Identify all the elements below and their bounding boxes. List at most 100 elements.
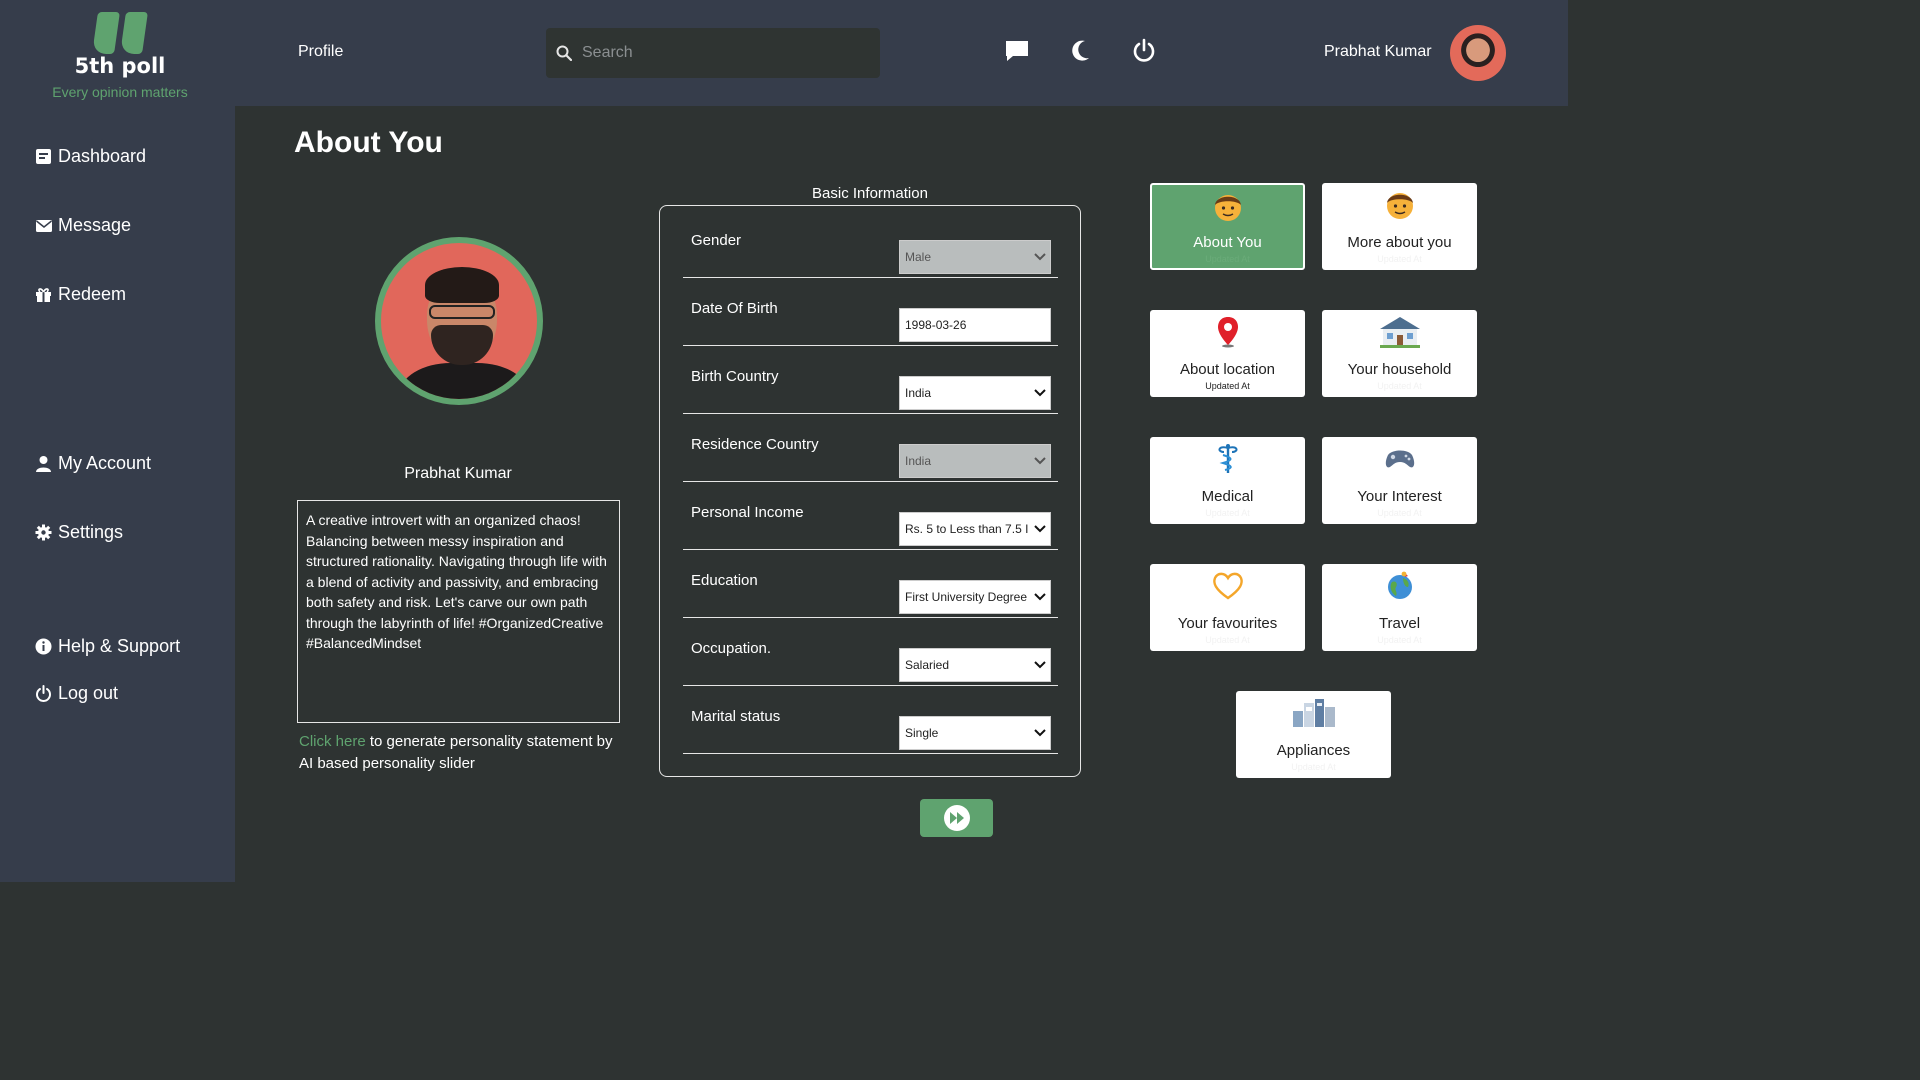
sidebar-item-help-support[interactable]: Help & Support	[35, 636, 180, 657]
gamepad-icon	[1322, 442, 1477, 476]
profile-photo[interactable]	[375, 237, 543, 405]
sidebar-item-log-out[interactable]: Log out	[35, 683, 118, 704]
basic-info-panel: Gender Male Date Of Birth 1998-03-26 Birth C…	[659, 205, 1081, 777]
page-title: About You	[294, 126, 443, 159]
gear-icon	[35, 524, 52, 541]
field-label: Education	[691, 572, 758, 589]
sidebar-item-message[interactable]: Message	[35, 215, 131, 236]
field-select[interactable]: Single	[899, 716, 1051, 750]
sidebar-item-label: Settings	[58, 522, 124, 542]
brand-tagline: Every opinion matters	[52, 84, 188, 100]
sidebar-item-label: Help & Support	[58, 636, 181, 656]
card-updated-at: Updated At	[1291, 762, 1336, 772]
sidebar-item-label: Message	[58, 215, 132, 235]
field-label: Marital status	[691, 708, 781, 725]
field-label: Gender	[691, 232, 742, 249]
field-select[interactable]: Rs. 5 to Less than 7.5 I	[899, 512, 1051, 546]
top-bar: 5th poll Every opinion matters Profile P…	[0, 0, 1568, 106]
moon-icon[interactable]	[1068, 38, 1094, 64]
field-label: Personal Income	[691, 504, 804, 521]
avatar[interactable]	[1450, 25, 1506, 81]
card-your-interest[interactable]: Your Interest Updated At	[1322, 437, 1477, 524]
card-title: Appliances	[1276, 742, 1351, 759]
card-updated-at: Updated At	[1377, 508, 1422, 518]
field-select: Male	[899, 240, 1051, 274]
card-title: Your Interest	[1357, 488, 1442, 505]
field-value: India	[905, 454, 932, 468]
card-your-favourites[interactable]: Your favourites Updated At	[1150, 564, 1305, 651]
chevron-down-icon	[1030, 729, 1050, 737]
user-icon	[36, 456, 51, 472]
field-select[interactable]: First University Degree	[899, 580, 1051, 614]
field-value: Rs. 5 to Less than 7.5 I	[905, 522, 1029, 536]
field-row: Date Of Birth 1998-03-26	[683, 278, 1058, 346]
field-value: Male	[905, 250, 932, 264]
sidebar-item-redeem[interactable]: Redeem	[35, 284, 126, 305]
card-title: Travel	[1378, 615, 1421, 632]
envelope-icon	[36, 220, 52, 232]
chat-icon[interactable]	[1004, 38, 1030, 64]
card-appliances[interactable]: Appliances Updated At	[1236, 691, 1391, 778]
field-row: Marital status Single	[683, 686, 1058, 754]
card-medical[interactable]: Medical Updated At	[1150, 437, 1305, 524]
next-button[interactable]	[920, 799, 993, 837]
sidebar-item-my-account[interactable]: My Account	[35, 453, 151, 474]
sidebar: Dashboard Message Redeem My Account Sett…	[0, 106, 235, 882]
date-input[interactable]: 1998-03-26	[899, 308, 1051, 342]
sidebar-item-label: Log out	[58, 683, 119, 703]
location-pin-icon	[1150, 315, 1305, 349]
bio-textarea[interactable]: A creative introvert with an organized c…	[297, 500, 620, 723]
card-title: Medical	[1201, 488, 1254, 505]
globe-icon	[1322, 569, 1477, 603]
sidebar-item-label: My Account	[58, 453, 152, 473]
logo[interactable]: 5th poll Every opinion matters	[30, 12, 210, 100]
heart-icon	[1150, 569, 1305, 603]
card-updated-at: Updated At	[1377, 381, 1422, 391]
field-row: Occupation. Salaried	[683, 618, 1058, 686]
caduceus-icon	[1150, 442, 1305, 476]
user-name[interactable]: Prabhat Kumar	[1324, 43, 1432, 61]
quote-logo-icon	[30, 12, 210, 54]
chevron-down-icon	[1030, 253, 1050, 261]
search-icon	[556, 45, 572, 61]
house-icon	[1322, 315, 1477, 349]
card-title: Your household	[1347, 361, 1452, 378]
field-label: Birth Country	[691, 368, 779, 385]
profile-name: Prabhat Kumar	[404, 465, 512, 482]
card-updated-at: Updated At	[1205, 254, 1250, 264]
field-value: Single	[905, 726, 939, 740]
field-label: Residence Country	[691, 436, 819, 453]
field-value: India	[905, 386, 932, 400]
field-select[interactable]: Salaried	[899, 648, 1051, 682]
field-value: First University Degree	[905, 590, 1028, 604]
click-here-link[interactable]: Click here	[299, 733, 366, 750]
sidebar-item-dashboard[interactable]: Dashboard	[35, 146, 146, 167]
chevron-down-icon	[1030, 525, 1050, 533]
sidebar-item-label: Dashboard	[58, 146, 147, 166]
card-about-you[interactable]: About You Updated At	[1150, 183, 1305, 270]
dashboard-icon	[36, 149, 51, 164]
power-icon[interactable]	[1131, 38, 1157, 64]
field-label: Occupation.	[691, 640, 772, 657]
field-label: Date Of Birth	[691, 300, 778, 317]
power-icon	[36, 685, 51, 702]
card-title: About location	[1179, 361, 1276, 378]
search-box	[546, 28, 880, 78]
brand-name: 5th poll	[74, 54, 166, 78]
sidebar-item-settings[interactable]: Settings	[35, 522, 123, 543]
chevron-down-icon	[1030, 593, 1050, 601]
field-row: Education First University Degree	[683, 550, 1058, 618]
search-input[interactable]	[582, 44, 862, 62]
field-select[interactable]: India	[899, 376, 1051, 410]
card-updated-at: Updated At	[1205, 508, 1250, 518]
fast-forward-icon	[943, 805, 970, 831]
field-value: 1998-03-26	[905, 318, 967, 332]
card-travel[interactable]: Travel Updated At	[1322, 564, 1477, 651]
card-updated-at: Updated At	[1205, 381, 1250, 391]
card-more-about-you[interactable]: More about you Updated At	[1322, 183, 1477, 270]
card-title: Your favourites	[1177, 615, 1278, 632]
nav-profile-link[interactable]: Profile	[298, 43, 343, 61]
sidebar-item-label: Redeem	[58, 284, 127, 304]
card-your-household[interactable]: Your household Updated At	[1322, 310, 1477, 397]
card-about-location[interactable]: About location Updated At	[1150, 310, 1305, 397]
